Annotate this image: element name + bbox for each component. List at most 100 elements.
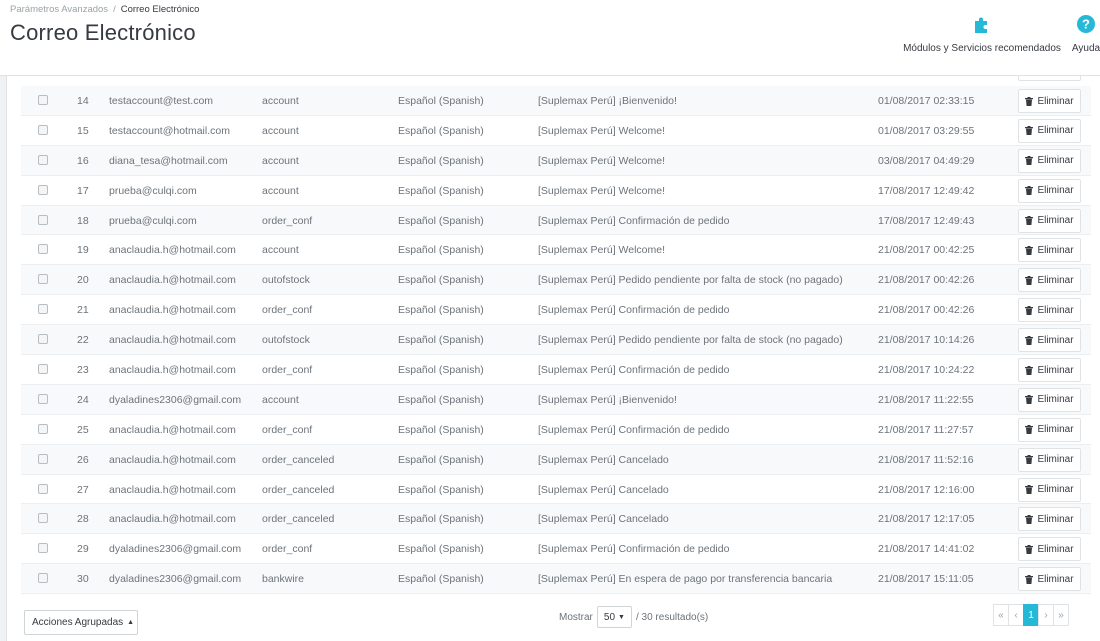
row-checkbox[interactable] <box>38 214 48 225</box>
table-row: 15 testaccount@hotmail.com account Español … <box>21 116 1091 146</box>
row-checkbox[interactable] <box>38 274 48 285</box>
bulk-actions-button[interactable]: Acciones Agrupadas ▲ <box>24 610 138 635</box>
recipient-email: prueba@culqi.com <box>109 184 197 197</box>
delete-button[interactable]: Eliminar <box>1018 387 1081 412</box>
caret-up-icon: ▲ <box>127 619 135 626</box>
table-row: 18 prueba@culqi.com order_conf Español (Spa… <box>21 205 1091 236</box>
delete-button[interactable]: Eliminar <box>1018 358 1081 383</box>
recipient-email: dyaladines2306@gmail.com <box>109 573 242 586</box>
email-date: 21/08/2017 14:41:02 <box>878 543 975 556</box>
breadcrumb-parent[interactable]: Parámetros Avanzados <box>10 4 108 15</box>
delete-button[interactable]: Eliminar <box>1018 477 1081 502</box>
row-checkbox[interactable] <box>38 304 48 315</box>
recipient-email: anaclaudia.h@hotmail.com <box>109 513 236 526</box>
delete-label: Eliminar <box>1037 155 1074 167</box>
help-circle-icon: ? <box>1066 14 1100 37</box>
email-template: order_canceled <box>262 483 335 496</box>
delete-button[interactable]: Eliminar <box>1018 208 1081 233</box>
help-button[interactable]: ? Ayuda <box>1066 14 1100 54</box>
delete-button[interactable]: Eliminar <box>1018 298 1081 323</box>
email-template: order_conf <box>262 304 313 317</box>
delete-button[interactable]: Eliminar <box>1018 417 1081 442</box>
email-subject: [Suplemax Perú] Confirmación de pedido <box>538 364 730 377</box>
email-id: 25 <box>77 423 89 436</box>
email-language: Español (Spanish) <box>398 154 484 167</box>
email-id: 20 <box>77 274 89 287</box>
delete-label: Eliminar <box>1037 185 1074 197</box>
table-row: 16 diana_tesa@hotmail.com account Español (… <box>21 145 1091 176</box>
email-date: 21/08/2017 12:16:00 <box>878 483 975 496</box>
delete-button[interactable]: Eliminar <box>1018 118 1081 143</box>
email-language: Español (Spanish) <box>398 573 484 586</box>
recipient-email: anaclaudia.h@hotmail.com <box>109 453 236 466</box>
row-checkbox[interactable] <box>38 423 48 434</box>
delete-label: Eliminar <box>1037 125 1074 137</box>
email-id: 15 <box>77 124 89 137</box>
recommended-modules-button[interactable]: Módulos y Servicios recomendados <box>899 14 1065 54</box>
puzzle-icon <box>899 14 1065 37</box>
first-page-button[interactable]: « <box>993 604 1009 626</box>
row-checkbox[interactable] <box>38 513 48 524</box>
table-row: 21 anaclaudia.h@hotmail.com order_conf Espa… <box>21 295 1091 326</box>
row-checkbox[interactable] <box>38 154 48 165</box>
page-1-button[interactable]: 1 <box>1023 604 1039 626</box>
trash-icon <box>1025 574 1034 584</box>
email-language: Español (Spanish) <box>398 274 484 287</box>
row-checkbox[interactable] <box>38 184 48 195</box>
delete-button[interactable]: Eliminar <box>1018 238 1081 263</box>
delete-button[interactable]: Eliminar <box>1018 178 1081 203</box>
row-checkbox[interactable] <box>38 95 48 105</box>
row-checkbox[interactable] <box>38 124 48 135</box>
trash-icon <box>1025 156 1034 166</box>
delete-label: Eliminar <box>1037 95 1074 107</box>
email-date: 21/08/2017 10:24:22 <box>878 364 975 377</box>
delete-button[interactable]: Eliminar <box>1018 148 1081 173</box>
email-template: outofstock <box>262 274 310 287</box>
row-checkbox[interactable] <box>38 244 48 255</box>
trash-icon <box>1025 544 1034 554</box>
delete-button[interactable]: Eliminar <box>1018 447 1081 472</box>
delete-button[interactable]: Eliminar <box>1018 268 1081 293</box>
email-template: order_conf <box>262 423 313 436</box>
per-page-value: 50 <box>603 611 616 623</box>
delete-button[interactable]: Eliminar <box>1018 537 1081 562</box>
delete-label: Eliminar <box>1037 274 1074 286</box>
row-checkbox[interactable] <box>38 453 48 464</box>
email-subject: [Suplemax Perú] Confirmación de pedido <box>538 423 730 436</box>
trash-icon <box>1025 514 1034 524</box>
trash-icon <box>1025 186 1034 196</box>
recipient-email: anaclaudia.h@hotmail.com <box>109 364 236 377</box>
email-language: Español (Spanish) <box>398 364 484 377</box>
row-checkbox[interactable] <box>38 483 48 494</box>
delete-button-partial[interactable] <box>1018 76 1081 81</box>
email-subject: [Suplemax Perú] Cancelado <box>538 453 669 466</box>
row-checkbox[interactable] <box>38 364 48 375</box>
email-language: Español (Spanish) <box>398 95 484 107</box>
recipient-email: testaccount@hotmail.com <box>109 124 230 137</box>
prev-page-button[interactable]: ‹ <box>1008 604 1024 626</box>
email-template: order_conf <box>262 364 313 377</box>
email-subject: [Suplemax Perú] ¡Bienvenido! <box>538 95 677 107</box>
delete-button[interactable]: Eliminar <box>1018 507 1081 532</box>
bulk-actions-label: Acciones Agrupadas <box>32 617 124 628</box>
recipient-email: anaclaudia.h@hotmail.com <box>109 304 236 317</box>
email-date: 01/08/2017 02:33:15 <box>878 95 975 107</box>
trash-icon <box>1025 425 1034 435</box>
table-row: 30 dyaladines2306@gmail.com bankwire Españo… <box>21 564 1091 595</box>
next-page-button[interactable]: › <box>1038 604 1054 626</box>
email-date: 21/08/2017 11:52:16 <box>878 453 974 466</box>
email-template: order_conf <box>262 214 313 227</box>
delete-button[interactable]: Eliminar <box>1018 89 1081 113</box>
trash-icon <box>1025 365 1034 375</box>
delete-label: Eliminar <box>1037 424 1074 436</box>
per-page-select[interactable]: 50 ▼ <box>596 606 632 628</box>
delete-button[interactable]: Eliminar <box>1018 328 1081 353</box>
row-checkbox[interactable] <box>38 543 48 554</box>
row-checkbox[interactable] <box>38 393 48 404</box>
row-checkbox[interactable] <box>38 334 48 345</box>
row-checkbox[interactable] <box>38 573 48 584</box>
delete-button[interactable]: Eliminar <box>1018 567 1081 592</box>
email-language: Español (Spanish) <box>398 423 484 436</box>
last-page-button[interactable]: » <box>1053 604 1069 626</box>
recipient-email: prueba@culqi.com <box>109 214 197 227</box>
